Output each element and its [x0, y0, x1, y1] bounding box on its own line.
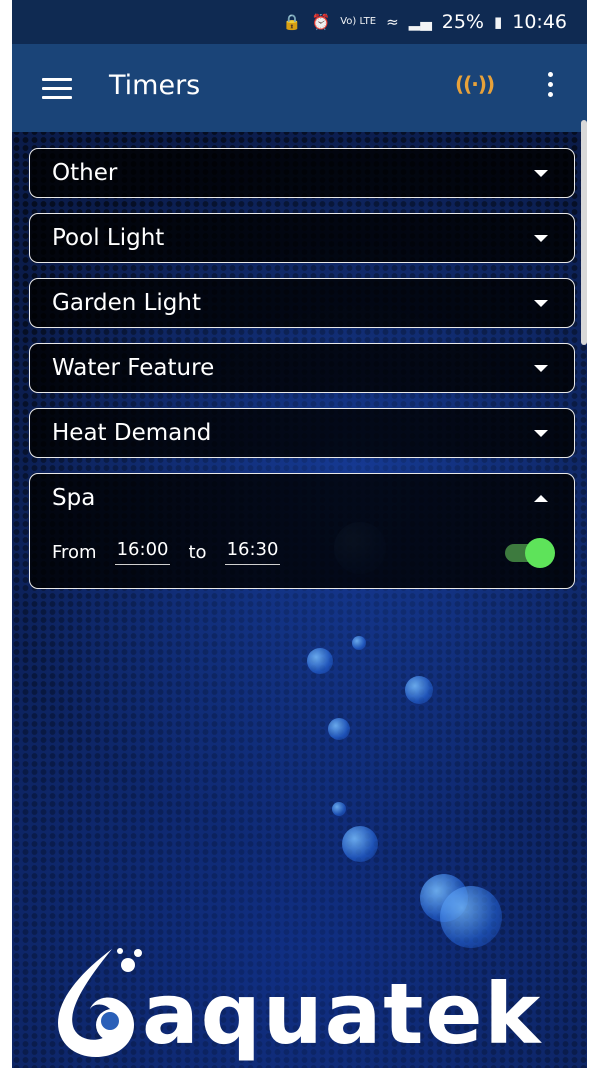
bubble-decoration: [352, 636, 366, 650]
bubble-decoration: [405, 676, 433, 704]
bubble-decoration: [307, 648, 333, 674]
timer-label: Heat Demand: [52, 420, 212, 446]
scrollbar[interactable]: [581, 120, 587, 345]
logo-wordmark: aquatek: [142, 965, 543, 1063]
page-title: Timers: [109, 70, 201, 101]
alarm-icon: ⏰: [311, 13, 331, 31]
chevron-down-icon: [534, 365, 548, 372]
signal-icon: ▂▄: [408, 13, 432, 31]
wifi-icon: ≈: [386, 13, 399, 31]
overflow-menu-icon[interactable]: [548, 72, 554, 102]
bubble-decoration: [342, 826, 378, 862]
to-time-field[interactable]: 16:30: [224, 539, 281, 565]
timer-label: Other: [52, 160, 118, 186]
lock-icon: 🔒: [282, 13, 302, 31]
from-label: From: [52, 541, 97, 563]
from-time-field[interactable]: 16:00: [114, 539, 171, 565]
chevron-down-icon: [534, 235, 548, 242]
app-bar: Timers ((·)): [12, 44, 587, 132]
spa-enable-toggle[interactable]: [505, 538, 555, 568]
clock: 10:46: [512, 11, 567, 33]
chevron-up-icon[interactable]: [534, 495, 548, 502]
volte-icon: Vo) LTE: [340, 16, 377, 27]
timer-row-heat-demand[interactable]: Heat Demand: [29, 408, 575, 458]
timer-row-spa[interactable]: Spa From 16:00 to 16:30: [29, 473, 575, 589]
chevron-down-icon: [534, 430, 548, 437]
aquatek-logo: aquatek: [42, 935, 562, 1065]
connection-status-icon[interactable]: ((·)): [455, 72, 495, 96]
battery-percent: 25%: [441, 11, 484, 33]
battery-icon: ▮: [493, 13, 503, 31]
status-bar: 🔒 ⏰ Vo) LTE ≈ ▂▄ 25% ▮ 10:46: [12, 0, 587, 44]
timer-row-water-feature[interactable]: Water Feature: [29, 343, 575, 393]
toggle-knob: [525, 538, 555, 568]
chevron-down-icon: [534, 170, 548, 177]
to-label: to: [188, 541, 207, 563]
bubble-decoration: [328, 718, 350, 740]
water-drop-logo-icon: [58, 948, 142, 1057]
timer-row-other[interactable]: Other: [29, 148, 575, 198]
hamburger-menu-icon[interactable]: [42, 78, 72, 99]
timer-row-garden-light[interactable]: Garden Light: [29, 278, 575, 328]
timer-label: Water Feature: [52, 355, 215, 381]
timer-label: Spa: [52, 485, 96, 511]
timer-label: Garden Light: [52, 290, 202, 316]
app-screen: 🔒 ⏰ Vo) LTE ≈ ▂▄ 25% ▮ 10:46 Timers ((·)…: [12, 0, 587, 1068]
timer-row-pool-light[interactable]: Pool Light: [29, 213, 575, 263]
chevron-down-icon: [534, 300, 548, 307]
spa-time-range: From 16:00 to 16:30: [52, 539, 298, 565]
timer-label: Pool Light: [52, 225, 165, 251]
bubble-decoration: [332, 802, 346, 816]
